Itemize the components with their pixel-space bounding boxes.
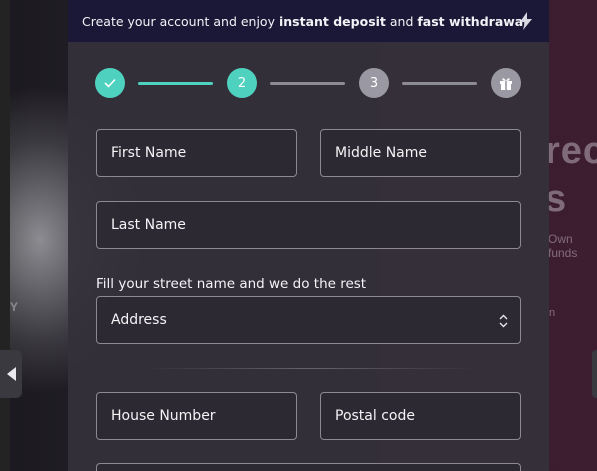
carousel-next-button[interactable] — [592, 350, 597, 398]
address-select-value: Address — [111, 312, 167, 328]
next-field-partial[interactable] — [96, 463, 521, 471]
street-hint-label: Fill your street name and we do the rest — [96, 276, 367, 292]
step-completed — [95, 68, 125, 98]
first-name-field[interactable]: First Name — [96, 129, 297, 177]
postal-code-field[interactable]: Postal code — [320, 392, 521, 440]
address-select[interactable]: Address — [96, 296, 521, 344]
background-letter: Y — [10, 300, 19, 314]
step-upcoming: 3 — [359, 68, 389, 98]
chevron-left-icon — [6, 367, 16, 381]
chevron-up-down-icon — [499, 314, 508, 332]
progress-stepper: 2 3 — [95, 68, 521, 100]
lightning-bolt-icon[interactable] — [519, 12, 533, 33]
background-small-text: Own funds — [548, 232, 578, 260]
last-name-field[interactable]: Last Name — [96, 201, 521, 249]
step-reward — [491, 68, 521, 98]
promo-banner: Create your account and enjoy instant de… — [68, 0, 549, 42]
middle-name-field[interactable]: Middle Name — [320, 129, 521, 177]
banner-text: Create your account and enjoy instant de… — [82, 13, 528, 29]
house-number-field[interactable]: House Number — [96, 392, 297, 440]
background-heading-fragment: rec — [545, 130, 597, 172]
background-letter-2: n — [549, 307, 556, 319]
check-icon — [104, 78, 116, 88]
step-current: 2 — [227, 68, 257, 98]
gift-icon — [500, 78, 512, 90]
section-divider — [146, 368, 476, 369]
registration-modal: Create your account and enjoy instant de… — [68, 0, 549, 471]
carousel-prev-button[interactable] — [0, 350, 22, 398]
step-connector — [138, 82, 213, 85]
step-connector — [402, 82, 477, 85]
left-edge-strip — [0, 0, 10, 471]
step-connector — [270, 82, 345, 85]
